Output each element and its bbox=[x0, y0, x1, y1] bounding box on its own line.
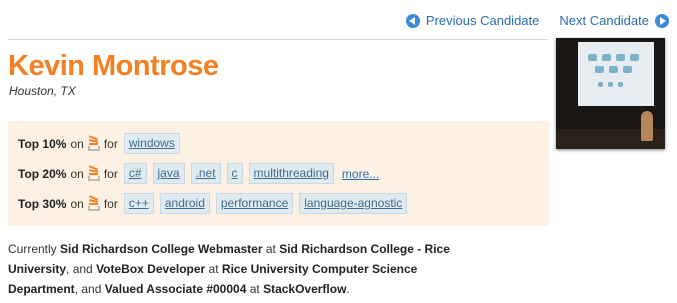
more-tags-link[interactable]: more... bbox=[342, 167, 379, 181]
tag-c[interactable]: c bbox=[226, 163, 243, 184]
tag-windows[interactable]: windows bbox=[123, 133, 180, 154]
candidate-location: Houston, TX bbox=[9, 84, 76, 98]
employer: StackOverflow bbox=[263, 282, 347, 296]
job-title: Sid Richardson College Webmaster bbox=[60, 242, 263, 256]
rank-percentile: Top 10% bbox=[18, 136, 67, 151]
tag-dotnet[interactable]: .net bbox=[190, 163, 221, 184]
previous-candidate-link[interactable]: Previous Candidate bbox=[405, 13, 540, 28]
tag-language-agnostic[interactable]: language-agnostic bbox=[299, 193, 408, 214]
candidate-name: Kevin Montrose bbox=[8, 50, 219, 82]
candidate-description: Currently Sid Richardson College Webmast… bbox=[8, 242, 450, 296]
candidate-nav: Previous Candidate Next Candidate bbox=[405, 13, 669, 28]
stackoverflow-icon bbox=[87, 165, 100, 181]
photo-projector-screen bbox=[578, 42, 654, 106]
job-title: Valued Associate #00004 bbox=[104, 282, 247, 296]
rank-row: Top 20% on for c# java .net c multithrea… bbox=[18, 163, 379, 184]
photo-person bbox=[641, 111, 653, 141]
candidate-photo bbox=[556, 38, 665, 149]
next-candidate-label: Next Candidate bbox=[559, 13, 649, 28]
circle-left-arrow-icon bbox=[405, 13, 420, 28]
circle-right-arrow-icon bbox=[655, 13, 669, 28]
header-divider bbox=[8, 39, 548, 40]
next-candidate-link[interactable]: Next Candidate bbox=[559, 13, 669, 28]
tag-multithreading[interactable]: multithreading bbox=[248, 163, 334, 184]
previous-candidate-label: Previous Candidate bbox=[425, 13, 540, 28]
job-title: VoteBox Developer bbox=[96, 262, 206, 276]
tag-java[interactable]: java bbox=[152, 163, 185, 184]
tag-cpp[interactable]: c++ bbox=[123, 193, 154, 214]
rank-box: Top 10% on for windows Top 20% on for c#… bbox=[8, 121, 549, 226]
rank-row: Top 10% on for windows bbox=[18, 133, 186, 154]
rank-percentile: Top 30% bbox=[18, 196, 67, 211]
rank-row: Top 30% on for c++ android performance l… bbox=[18, 193, 413, 214]
stackoverflow-icon bbox=[87, 195, 100, 211]
stackoverflow-icon bbox=[87, 135, 100, 151]
tag-performance[interactable]: performance bbox=[215, 193, 294, 214]
tag-csharp[interactable]: c# bbox=[123, 163, 147, 184]
tag-android[interactable]: android bbox=[159, 193, 210, 214]
rank-percentile: Top 20% bbox=[18, 166, 67, 181]
